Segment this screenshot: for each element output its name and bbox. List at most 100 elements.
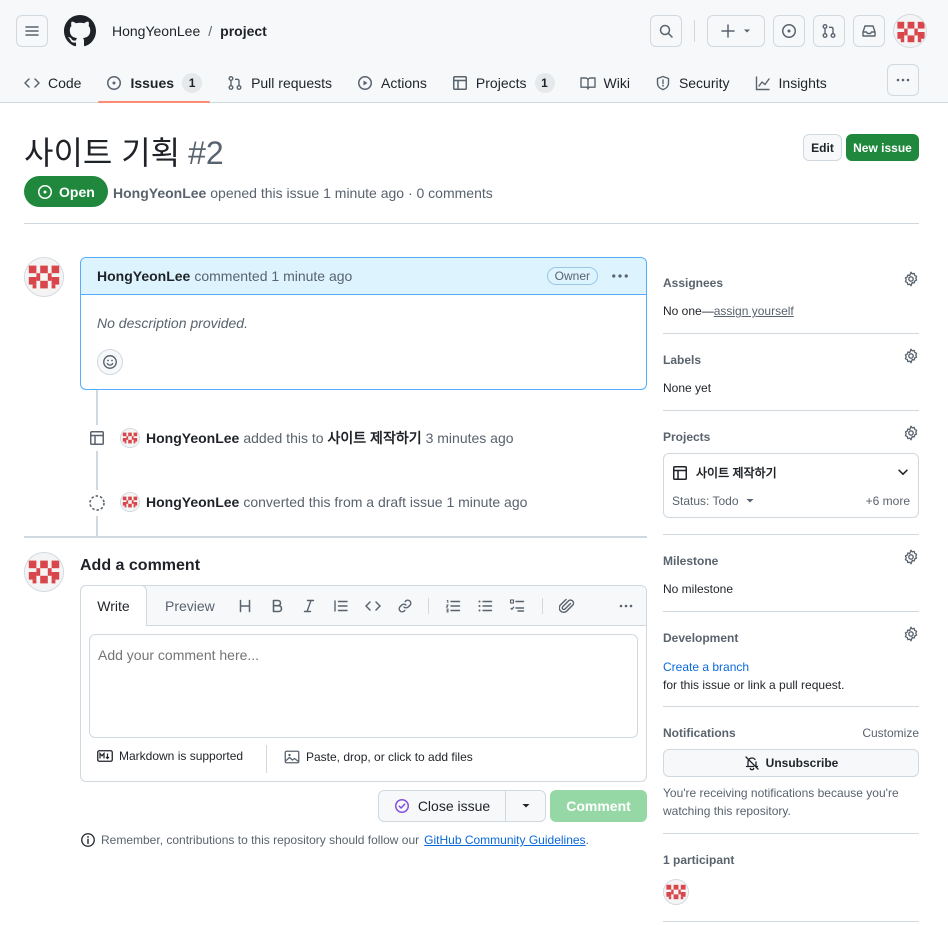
menu-icon[interactable] <box>16 15 48 47</box>
sidebar-divider <box>663 410 919 411</box>
tab-code[interactable]: Code <box>16 63 89 103</box>
notifications-section: Notifications Customize <box>663 726 919 740</box>
paperclip-icon[interactable] <box>558 597 576 615</box>
event-text: converted this from a draft issue 1 minu… <box>243 494 528 510</box>
sidebar-divider <box>663 611 919 612</box>
kebab-horizontal-icon[interactable] <box>617 597 635 615</box>
attach-files[interactable]: Paste, drop, or click to add files <box>284 749 473 765</box>
create-branch-link[interactable]: Create a branch <box>663 658 919 676</box>
search-icon[interactable] <box>650 15 682 47</box>
tab-projects-label: Projects <box>475 75 527 91</box>
comment-avatar[interactable] <box>24 257 64 297</box>
event-author[interactable]: HongYeonLee <box>146 430 239 446</box>
timeline-event-project: HongYeonLee added this to 사이트 제작하기 3 min… <box>120 428 514 448</box>
book-icon <box>579 77 596 90</box>
task-list-icon[interactable] <box>508 597 526 615</box>
milestone-section: Milestone No milestone <box>663 549 919 596</box>
tab-projects[interactable]: Projects 1 <box>444 63 563 103</box>
pull-requests-icon[interactable] <box>813 15 845 47</box>
unordered-list-icon[interactable] <box>476 597 494 615</box>
kebab-horizontal-icon[interactable] <box>887 64 919 96</box>
project-card: 사이트 제작하기 Status: Todo +6 more <box>663 453 919 518</box>
status-badge: Open <box>24 176 108 207</box>
toolbar-divider <box>428 598 429 614</box>
project-status-text: Status: Todo <box>672 494 739 508</box>
new-issue-button[interactable]: New issue <box>846 134 919 161</box>
bold-icon[interactable] <box>268 597 286 615</box>
markdown-hint[interactable]: Markdown is supported <box>97 749 243 763</box>
heading-icon[interactable] <box>236 597 254 615</box>
project-name[interactable]: 사이트 제작하기 <box>672 464 777 481</box>
project-status-select[interactable]: Status: Todo <box>672 494 755 508</box>
tab-pull-requests[interactable]: Pull requests <box>219 63 340 103</box>
breadcrumb-separator: / <box>208 23 213 39</box>
issues-icon[interactable] <box>773 15 805 47</box>
tab-actions[interactable]: Actions <box>349 63 435 103</box>
github-logo-icon[interactable] <box>64 15 96 47</box>
gear-icon[interactable] <box>903 271 919 287</box>
user-avatar[interactable] <box>893 14 927 48</box>
smiley-icon[interactable] <box>97 349 123 375</box>
event-avatar[interactable] <box>120 492 140 512</box>
event-time: 3 minutes ago <box>425 430 514 446</box>
tab-insights[interactable]: Insights <box>747 63 835 103</box>
tab-preview[interactable]: Preview <box>165 598 215 614</box>
issue-title-text: 사이트 기획 <box>24 135 181 171</box>
comment-button[interactable]: Comment <box>550 790 647 822</box>
create-new-button[interactable] <box>707 15 765 47</box>
milestone-value: No milestone <box>663 582 734 596</box>
gear-icon[interactable] <box>903 348 919 364</box>
community-guidelines-link[interactable]: GitHub Community Guidelines <box>424 833 585 847</box>
assignees-value: No one—assign yourself <box>663 304 919 318</box>
comment-options-icon[interactable] <box>610 266 630 286</box>
toolbar-divider <box>542 598 543 614</box>
tab-actions-label: Actions <box>381 75 427 91</box>
gear-icon[interactable] <box>903 549 919 565</box>
tab-insights-label: Insights <box>778 75 827 91</box>
issue-opened-icon <box>38 184 52 199</box>
tab-write[interactable]: Write <box>80 585 147 626</box>
composer-avatar[interactable] <box>24 552 64 592</box>
tab-pull-requests-label: Pull requests <box>251 75 332 91</box>
issue-author[interactable]: HongYeonLee <box>113 185 206 201</box>
edit-button[interactable]: Edit <box>803 134 842 161</box>
italic-icon[interactable] <box>300 597 318 615</box>
table-icon <box>84 425 110 451</box>
comment-card: HongYeonLee commented 1 minute ago Owner… <box>80 257 647 390</box>
gear-icon[interactable] <box>903 626 919 642</box>
participant-avatar[interactable] <box>663 879 689 905</box>
unsubscribe-button[interactable]: Unsubscribe <box>663 749 919 777</box>
close-issue-button[interactable]: Close issue <box>378 790 506 822</box>
project-more-link[interactable]: +6 more <box>866 494 910 508</box>
issue-meta-text: opened this issue 1 minute ago · 0 comme… <box>210 185 493 201</box>
development-title: Development <box>663 631 739 645</box>
chevron-down-icon[interactable] <box>896 465 910 479</box>
code-icon[interactable] <box>364 597 382 615</box>
repo-name-link[interactable]: project <box>220 23 267 39</box>
event-project-link[interactable]: 사이트 제작하기 <box>328 428 422 448</box>
dashed-circle-icon <box>84 490 110 516</box>
community-notice-period: . <box>585 833 589 847</box>
event-avatar[interactable] <box>120 428 140 448</box>
tab-wiki[interactable]: Wiki <box>572 63 638 103</box>
assignees-none: No one— <box>663 304 714 318</box>
comment-input[interactable] <box>89 634 638 738</box>
event-author[interactable]: HongYeonLee <box>146 494 239 510</box>
repo-owner-link[interactable]: HongYeonLee <box>112 23 200 39</box>
tab-code-label: Code <box>48 75 82 91</box>
ordered-list-icon[interactable] <box>444 597 462 615</box>
comment-author[interactable]: HongYeonLee <box>97 268 190 284</box>
inbox-icon[interactable] <box>853 15 885 47</box>
link-icon[interactable] <box>396 597 414 615</box>
caret-down-icon <box>522 804 529 808</box>
gear-icon[interactable] <box>903 425 919 441</box>
participants-section: 1 participant <box>663 853 919 867</box>
tab-security[interactable]: Security <box>647 63 738 103</box>
tab-issues[interactable]: Issues 1 <box>98 63 210 103</box>
assign-yourself-link[interactable]: assign yourself <box>714 304 794 318</box>
sidebar-divider <box>663 706 919 707</box>
customize-link[interactable]: Customize <box>862 726 919 740</box>
close-options-button[interactable] <box>505 790 546 822</box>
quote-icon[interactable] <box>332 597 350 615</box>
projects-title: Projects <box>663 430 711 444</box>
